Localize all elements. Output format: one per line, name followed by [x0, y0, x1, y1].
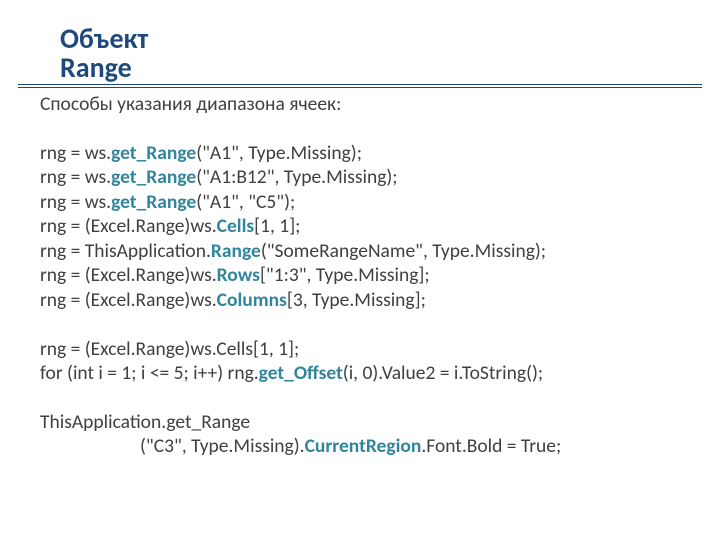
- intro-text: Способы указания диапазона ячеек:: [40, 92, 690, 117]
- method-get-range: get_Range: [111, 165, 196, 189]
- property-current-region: CurrentRegion: [305, 434, 422, 458]
- property-cells: Cells: [217, 214, 255, 238]
- title-line-2: Range: [60, 50, 132, 85]
- code-line: rng = ws.get_Range("A1", "C5");: [40, 190, 690, 215]
- property-rows: Rows: [217, 263, 260, 287]
- method-get-range: get_Range: [111, 141, 196, 165]
- method-get-offset: get_Offset: [259, 361, 343, 385]
- code-line: rng = ws.get_Range("A1:B12", Type.Missin…: [40, 165, 690, 190]
- property-columns: Columns: [217, 288, 287, 312]
- code-line: rng = (Excel.Range)ws.Columns[3, Type.Mi…: [40, 288, 690, 313]
- slide-body: Способы указания диапазона ячеек: rng = …: [40, 92, 690, 459]
- method-get-range: get_Range: [111, 190, 196, 214]
- code-line: ThisApplication.get_Range: [40, 410, 690, 435]
- code-line: rng = ThisApplication.Range("SomeRangeNa…: [40, 239, 690, 264]
- property-range: Range: [211, 239, 261, 263]
- code-line: rng = (Excel.Range)ws.Rows["1:3", Type.M…: [40, 263, 690, 288]
- code-line: ("C3", Type.Missing).CurrentRegion.Font.…: [40, 434, 690, 459]
- slide-title: Объект Range: [60, 24, 148, 83]
- code-line: rng = (Excel.Range)ws.Cells[1, 1];: [40, 337, 690, 362]
- code-line: rng = ws.get_Range("A1", Type.Missing);: [40, 141, 690, 166]
- title-underline: [18, 84, 702, 88]
- code-line: for (int i = 1; i <= 5; i++) rng.get_Off…: [40, 361, 690, 386]
- code-line: rng = (Excel.Range)ws.Cells[1, 1];: [40, 214, 690, 239]
